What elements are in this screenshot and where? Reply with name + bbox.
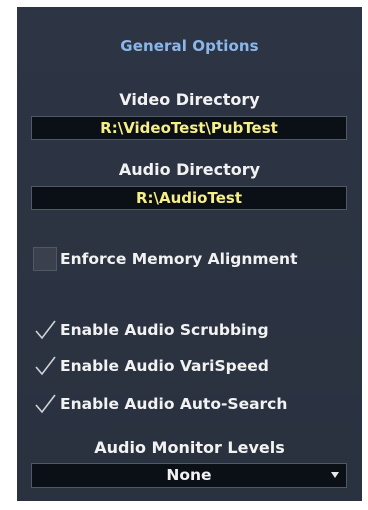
audio-monitor-levels-value: None [166,466,212,484]
enable-audio-auto-search-label: Enable Audio Auto-Search [60,395,288,413]
general-options-panel: General Options Video Directory R:\Video… [17,7,362,501]
dropdown-arrow-icon [331,472,339,478]
audio-directory-label: Audio Directory [118,160,261,179]
enable-audio-varispeed-label: Enable Audio VariSpeed [60,357,269,375]
checkmark-icon [35,320,56,340]
video-directory-label: Video Directory [119,90,260,109]
enable-audio-varispeed-checkbox[interactable] [33,354,57,378]
panel-title: General Options [120,37,259,55]
audio-directory-field[interactable]: R:\AudioTest [31,186,347,210]
audio-monitor-levels-dropdown[interactable]: None [31,463,347,488]
enable-audio-scrubbing-option[interactable]: Enable Audio Scrubbing [33,318,269,342]
enable-audio-auto-search-checkbox[interactable] [33,392,57,416]
enforce-memory-alignment-checkbox[interactable] [33,247,57,271]
video-directory-field[interactable]: R:\VideoTest\PubTest [31,116,347,140]
enforce-memory-alignment-label: Enforce Memory Alignment [60,250,298,268]
audio-monitor-levels-label: Audio Monitor Levels [94,438,285,457]
checkmark-icon [35,394,56,414]
enforce-memory-alignment-option[interactable]: Enforce Memory Alignment [33,247,298,271]
enable-audio-scrubbing-label: Enable Audio Scrubbing [60,321,269,339]
enable-audio-scrubbing-checkbox[interactable] [33,318,57,342]
checkmark-icon [35,356,56,376]
enable-audio-varispeed-option[interactable]: Enable Audio VariSpeed [33,354,269,378]
enable-audio-auto-search-option[interactable]: Enable Audio Auto-Search [33,392,287,416]
